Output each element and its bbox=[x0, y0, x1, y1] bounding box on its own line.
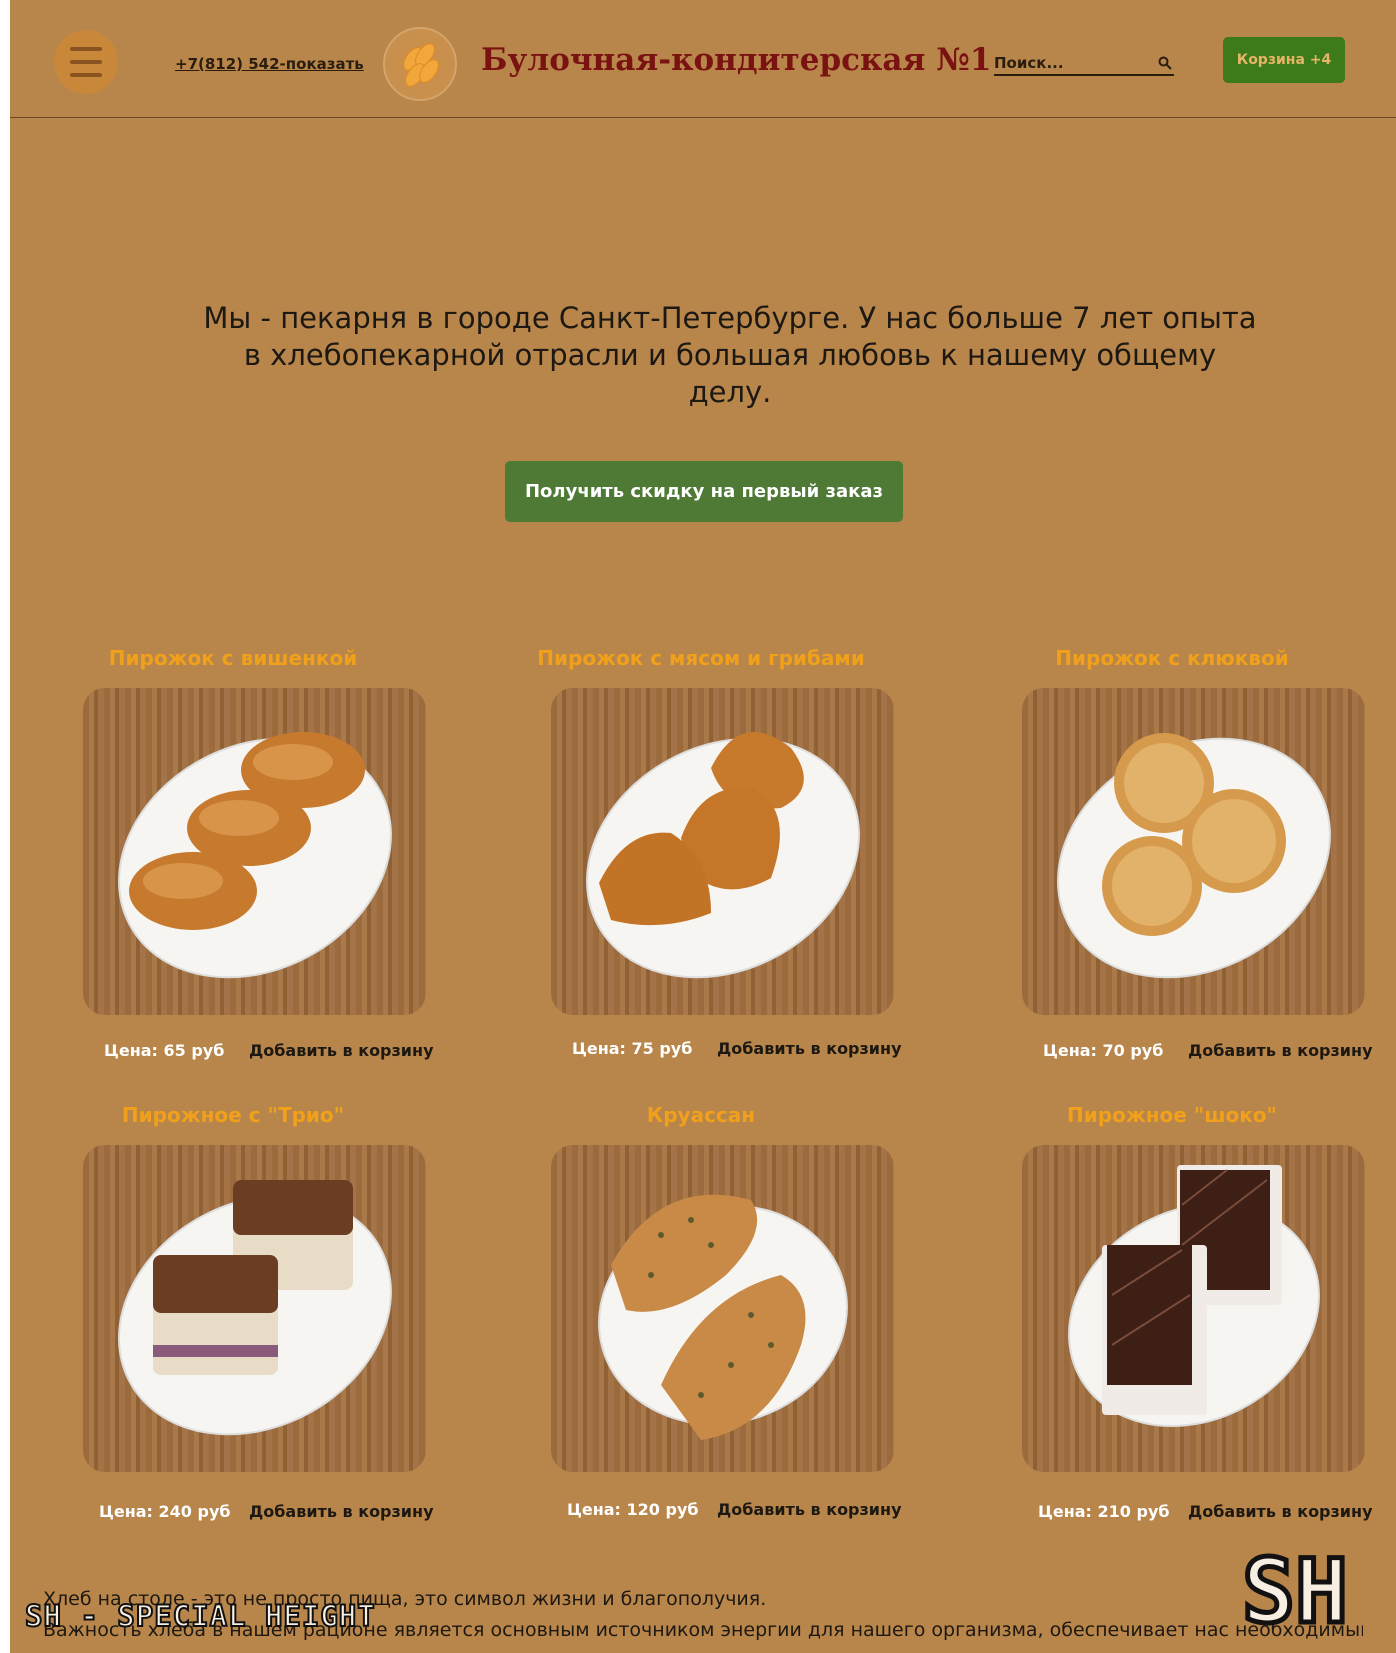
product-price: Цена: 120 руб bbox=[567, 1500, 699, 1519]
product-photo[interactable] bbox=[551, 1145, 894, 1472]
product-photo[interactable] bbox=[1022, 688, 1365, 1015]
search-input[interactable] bbox=[994, 54, 1144, 72]
search-icon[interactable] bbox=[1158, 56, 1172, 70]
product-price: Цена: 75 руб bbox=[572, 1039, 693, 1058]
add-to-cart-button[interactable]: Добавить в корзину bbox=[717, 1500, 902, 1519]
add-to-cart-button[interactable]: Добавить в корзину bbox=[249, 1502, 434, 1521]
product-photo[interactable] bbox=[551, 688, 894, 1015]
product-name: Пирожное с "Трио" bbox=[121, 1103, 345, 1127]
product-photo[interactable] bbox=[1022, 1145, 1365, 1472]
site-header: +7(812) 542-показать Булочная-кондитерск… bbox=[10, 0, 1396, 118]
hero-line: в хлебопекарной отрасли и большая любовь… bbox=[243, 338, 1217, 372]
product-price: Цена: 210 руб bbox=[1038, 1502, 1170, 1521]
product-name: Пирожок с клюквой bbox=[1055, 646, 1289, 670]
add-to-cart-button[interactable]: Добавить в корзину bbox=[1188, 1502, 1373, 1521]
site-title[interactable]: Булочная-кондитерская №1 bbox=[481, 42, 991, 78]
phone-link[interactable]: +7(812) 542-показать bbox=[175, 55, 364, 73]
hamburger-icon[interactable] bbox=[54, 30, 118, 94]
add-to-cart-button[interactable]: Добавить в корзину bbox=[717, 1039, 902, 1058]
search-box bbox=[994, 52, 1174, 76]
add-to-cart-button[interactable]: Добавить в корзину bbox=[249, 1041, 434, 1060]
page: +7(812) 542-показать Булочная-кондитерск… bbox=[10, 0, 1396, 1653]
product-photo[interactable] bbox=[83, 1145, 426, 1472]
product-name: Круассан bbox=[646, 1103, 756, 1127]
product-name: Пирожок с вишенкой bbox=[108, 646, 358, 670]
sh-logo-text: SH bbox=[1242, 1548, 1348, 1630]
product-price: Цена: 240 руб bbox=[99, 1502, 231, 1521]
product-photo[interactable] bbox=[83, 688, 426, 1015]
sh-watermark-logo: SH bbox=[1240, 1548, 1351, 1630]
product-price: Цена: 65 руб bbox=[104, 1041, 225, 1060]
product-name: Пирожное "шоко" bbox=[1067, 1103, 1277, 1127]
hero-line: делу. bbox=[688, 375, 772, 409]
hero-text: Мы - пекарня в городе Санкт-Петербурге. … bbox=[200, 300, 1260, 411]
watermark-text: SH - SPECIAL HEIGHT bbox=[24, 1598, 376, 1634]
cart-button[interactable]: Корзина +4 bbox=[1223, 37, 1345, 83]
discount-button[interactable]: Получить скидку на первый заказ bbox=[505, 461, 903, 522]
wheat-logo[interactable] bbox=[383, 27, 457, 101]
product-name: Пирожок с мясом и грибами bbox=[537, 646, 865, 670]
hero-line: Мы - пекарня в городе Санкт-Петербурге. … bbox=[203, 301, 1257, 335]
product-price: Цена: 70 руб bbox=[1043, 1041, 1164, 1060]
add-to-cart-button[interactable]: Добавить в корзину bbox=[1188, 1041, 1373, 1060]
